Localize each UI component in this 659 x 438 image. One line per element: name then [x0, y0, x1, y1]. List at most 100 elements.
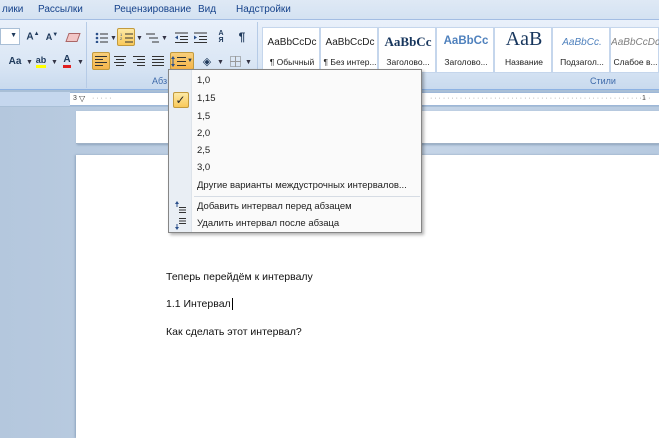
line-spacing-option[interactable]: 3,0: [169, 159, 421, 176]
tab-view[interactable]: Вид: [198, 4, 216, 15]
font-size-field[interactable]: ▼: [0, 28, 20, 45]
style-sample: AaBbCc: [443, 35, 489, 47]
tab-review[interactable]: Рецензирование: [114, 4, 191, 15]
align-right-icon: [133, 56, 145, 66]
chevron-down-icon[interactable]: ▼: [77, 59, 84, 66]
line-spacing-option[interactable]: 1,0: [169, 72, 421, 89]
style-heading-1[interactable]: AaBbCc Заголово...: [378, 27, 436, 73]
line-spacing-option[interactable]: 2,5: [169, 142, 421, 159]
chevron-down-icon: ▼: [10, 32, 17, 39]
sort-button[interactable]: AЯ: [212, 28, 230, 46]
remove-space-after[interactable]: Удалить интервал после абзаца: [169, 215, 421, 232]
justify-button[interactable]: [149, 52, 167, 70]
add-space-before[interactable]: Добавить интервал перед абзацем: [169, 198, 421, 215]
align-right-button[interactable]: [130, 52, 148, 70]
styles-group-label: Стили: [590, 76, 616, 86]
clear-format-button[interactable]: [64, 28, 82, 46]
style-normal[interactable]: AaBbCcDc ¶ Обычный: [262, 27, 320, 73]
change-case-label: Aa: [8, 55, 22, 67]
shading-button[interactable]: ◈: [198, 52, 216, 70]
change-case-button[interactable]: Aa: [4, 52, 26, 70]
checkmark-icon: ✓: [175, 92, 186, 107]
heading-line[interactable]: 1.1 Интервал: [166, 298, 233, 311]
align-center-button[interactable]: [111, 52, 129, 70]
option-label: 2,5: [197, 145, 211, 156]
ruler-mark: 1: [642, 95, 646, 102]
line-spacing-icon: [171, 55, 187, 67]
tab-mailings[interactable]: Рассылки: [38, 4, 83, 15]
line-spacing-button[interactable]: ▼: [170, 52, 194, 70]
space-after-icon: [173, 216, 188, 231]
line-spacing-option[interactable]: 2,0: [169, 125, 421, 142]
show-marks-button[interactable]: ¶: [233, 28, 251, 46]
chevron-down-icon[interactable]: ▼: [51, 59, 58, 66]
style-title[interactable]: AaB Название: [494, 27, 552, 73]
decrease-indent-icon: [174, 32, 188, 43]
styles-gallery: AaBbCcDc ¶ Обычный AaBbCcDc ¶ Без интер.…: [262, 27, 659, 73]
style-sample: AaBbCc: [384, 34, 432, 49]
decrease-indent-button[interactable]: [172, 28, 190, 46]
pilcrow-icon: ¶: [238, 30, 246, 44]
style-name: Подзагол...: [560, 57, 604, 67]
align-left-button[interactable]: [92, 52, 110, 70]
shrink-font-button[interactable]: A▼: [43, 28, 61, 46]
style-subtle-emphasis[interactable]: AaBbCcDc Слабое в...: [610, 27, 659, 73]
style-sample: AaBbCcDc: [611, 37, 659, 48]
chevron-down-icon[interactable]: ▼: [217, 59, 224, 66]
font-color-button[interactable]: A: [58, 52, 76, 70]
option-label: Другие варианты междустрочных интервалов…: [197, 180, 407, 191]
option-label: 2,0: [197, 128, 211, 139]
numbering-button[interactable]: 12: [117, 28, 135, 46]
option-label: 3,0: [197, 162, 211, 173]
bullets-button[interactable]: [92, 28, 110, 46]
style-sample: AaBbCc.: [562, 37, 602, 48]
style-subtitle[interactable]: AaBbCc. Подзагол...: [552, 27, 610, 73]
style-name: Слабое в...: [613, 57, 658, 67]
style-sample: AaBbCcDc: [267, 37, 317, 48]
heading-text: 1.1 Интервал: [166, 298, 231, 310]
tab-references[interactable]: лики: [2, 4, 23, 15]
multilevel-list-button[interactable]: [143, 28, 161, 46]
line-spacing-option[interactable]: 1,5: [169, 108, 421, 125]
chevron-down-icon[interactable]: ▼: [161, 35, 168, 42]
borders-icon: [229, 55, 241, 67]
option-label: 1,0: [197, 75, 211, 86]
style-name: ¶ Без интер...: [323, 57, 377, 67]
justify-icon: [152, 56, 164, 66]
document-text-line[interactable]: Как сделать этот интервал?: [166, 326, 302, 338]
style-heading-2[interactable]: AaBbCc Заголово...: [436, 27, 494, 73]
multilevel-list-icon: [145, 33, 159, 42]
borders-button[interactable]: [226, 52, 244, 70]
group-separator: [86, 22, 87, 88]
highlighter-icon: ab: [35, 55, 47, 68]
ruler-mark: 3: [73, 95, 77, 102]
option-label: Удалить интервал после абзаца: [197, 218, 340, 229]
grow-font-button[interactable]: A▲: [24, 28, 42, 46]
numbering-icon: 12: [120, 32, 133, 42]
chevron-down-icon: ▼: [187, 58, 193, 64]
option-label: Добавить интервал перед абзацем: [197, 201, 352, 212]
line-spacing-menu: 1,0 ✓ 1,15 1,5 2,0 2,5 3,0 Другие вариан…: [168, 69, 422, 233]
ribbon-tab-bar: лики Рассылки Рецензирование Вид Надстро…: [0, 0, 659, 20]
style-name: Заголово...: [386, 57, 430, 67]
chevron-down-icon[interactable]: ▼: [245, 59, 252, 66]
style-name: Название: [505, 57, 543, 67]
svg-text:2: 2: [120, 36, 123, 41]
chevron-down-icon[interactable]: ▼: [110, 35, 117, 42]
style-name: ¶ Обычный: [269, 57, 315, 67]
tab-addins[interactable]: Надстройки: [236, 4, 291, 15]
increase-indent-button[interactable]: [191, 28, 209, 46]
more-spacing-options[interactable]: Другие варианты междустрочных интервалов…: [169, 177, 421, 194]
sort-icon: AЯ: [218, 30, 224, 44]
line-spacing-option-selected[interactable]: ✓ 1,15: [169, 90, 421, 107]
chevron-down-icon[interactable]: ▼: [136, 35, 143, 42]
font-color-icon: A: [63, 54, 71, 68]
align-center-icon: [114, 56, 126, 66]
style-no-spacing[interactable]: AaBbCcDc ¶ Без интер...: [320, 27, 378, 73]
indent-marker-icon[interactable]: ▽: [79, 94, 85, 103]
style-name: Заголово...: [444, 57, 488, 67]
grow-font-glyph: A: [26, 31, 34, 43]
paint-bucket-icon: ◈: [202, 55, 212, 68]
highlight-button[interactable]: ab: [32, 52, 50, 70]
document-text-line[interactable]: Теперь перейдём к интервалу: [166, 271, 313, 283]
